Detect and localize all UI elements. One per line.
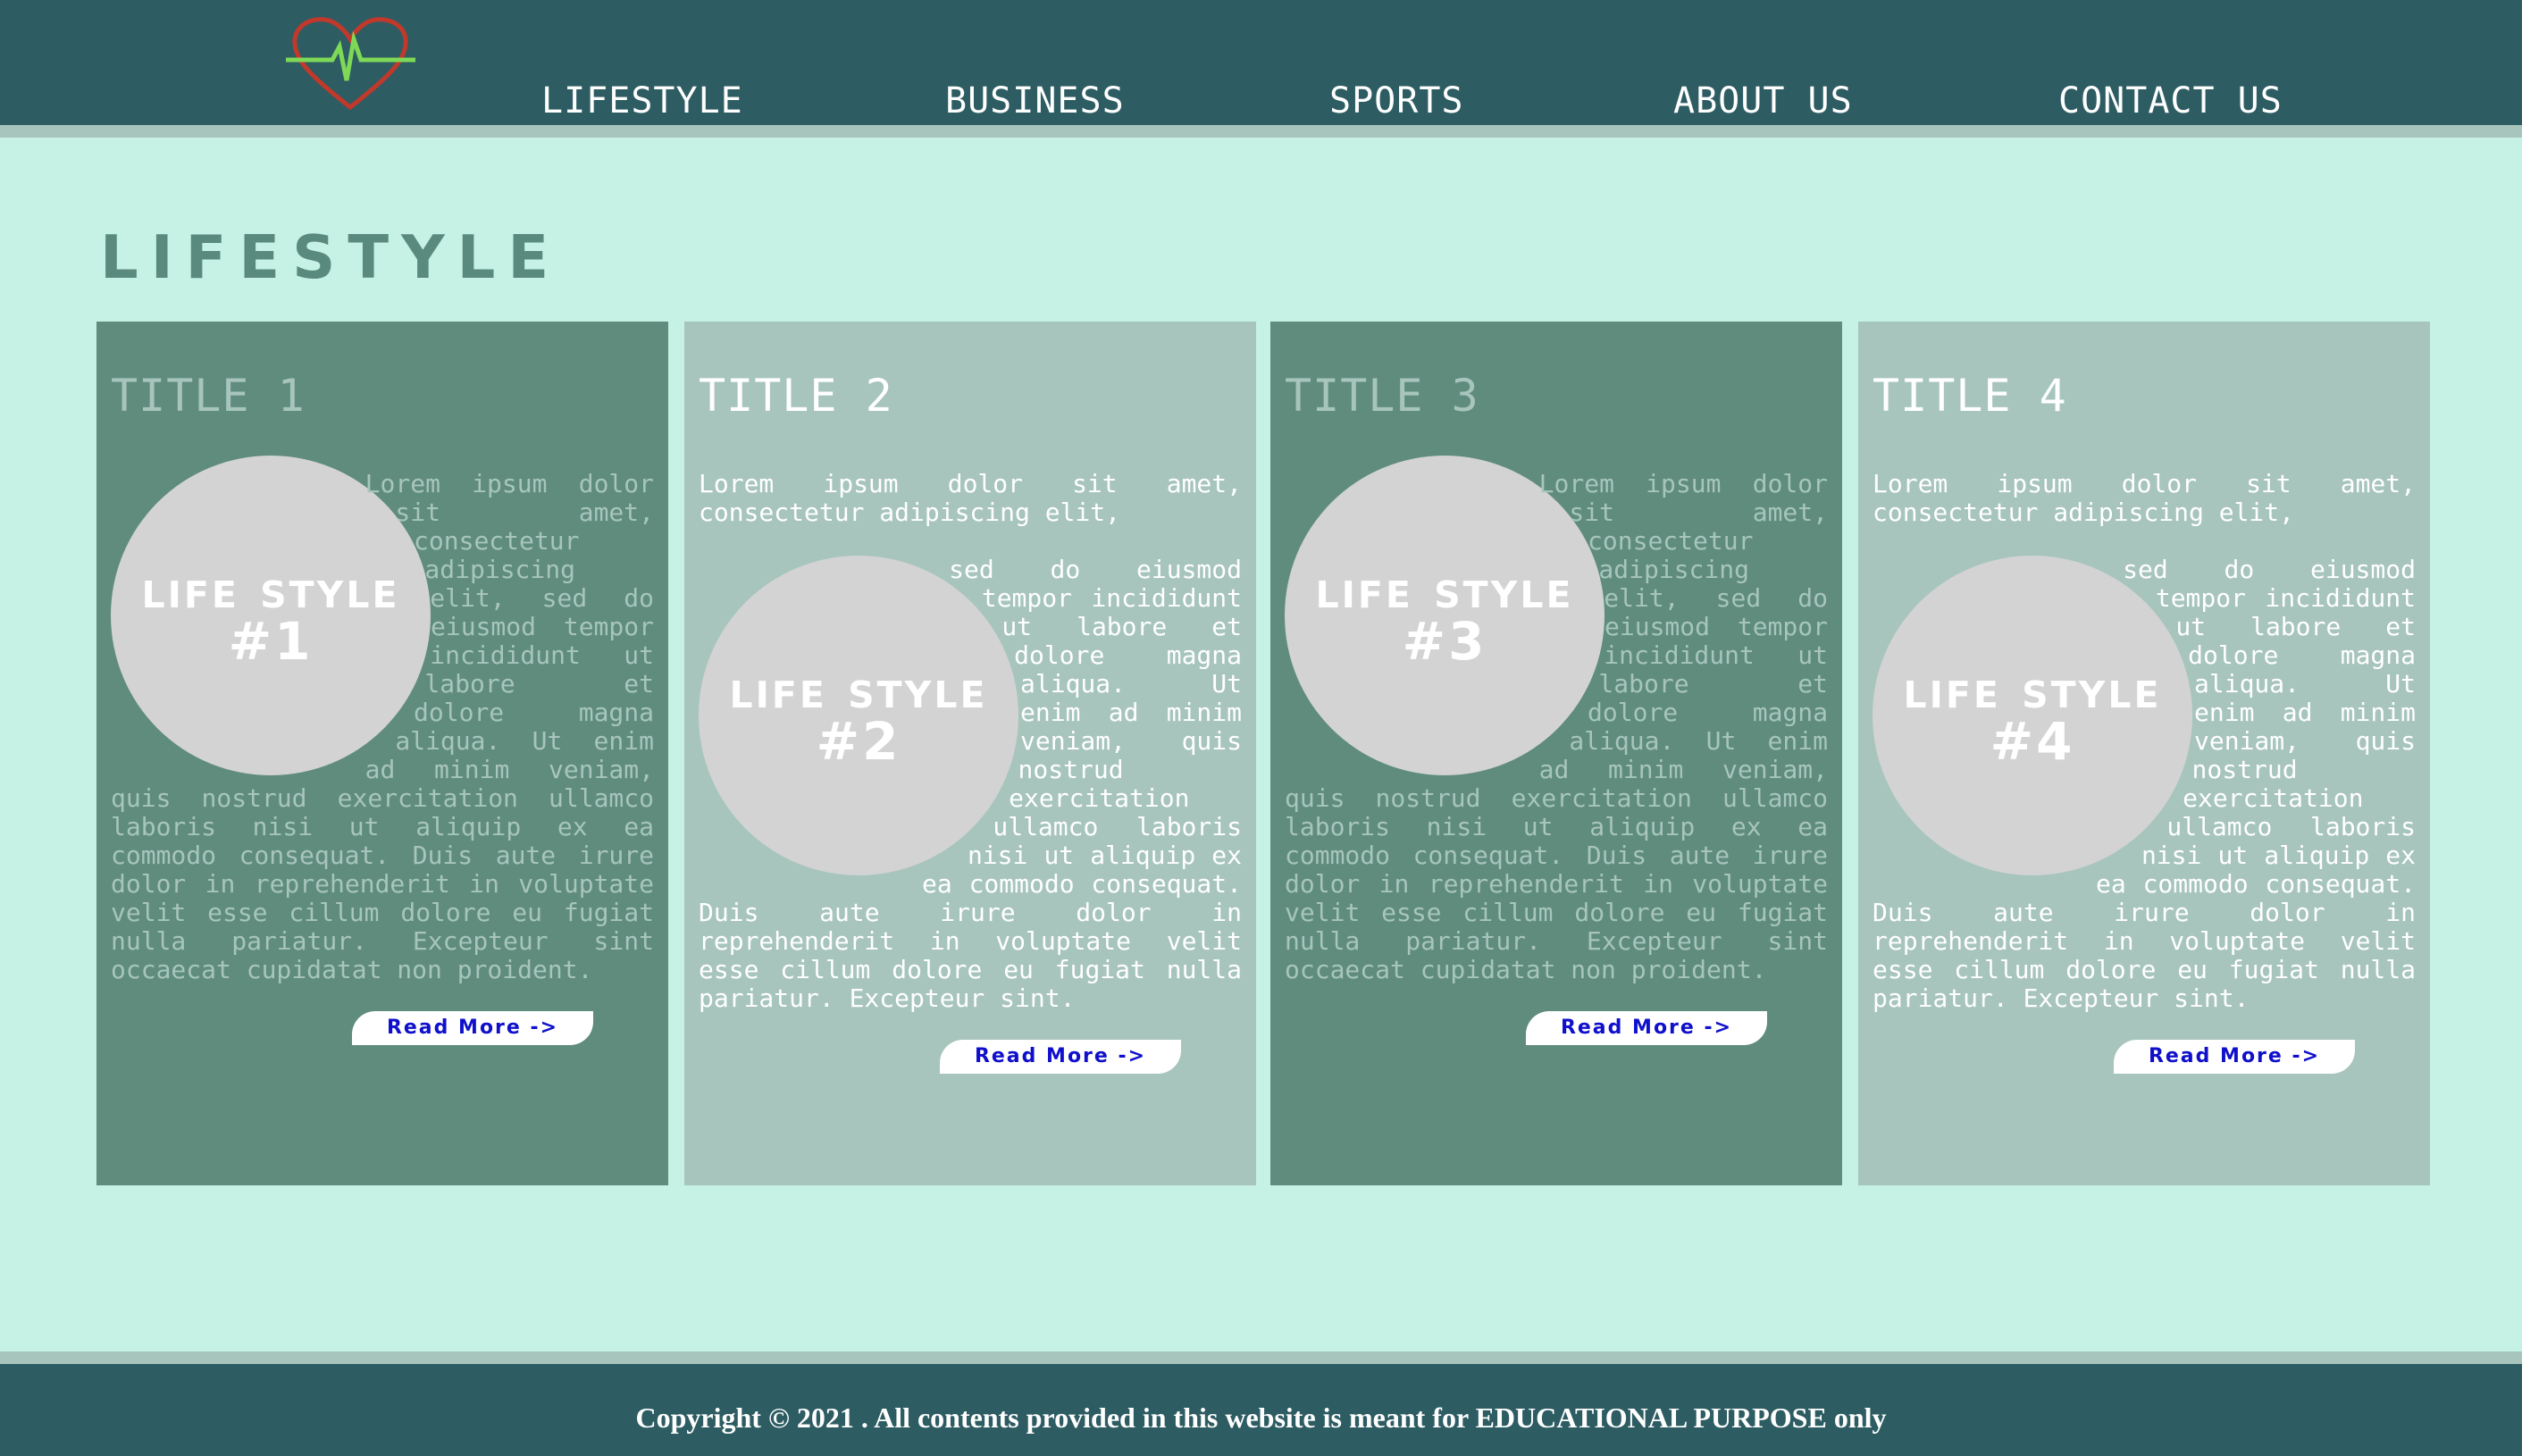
article-card-2: TITLE 2 Lorem ipsum dolor sit amet, cons… (684, 322, 1256, 1185)
nav-item-sports[interactable]: SPORTS (1329, 79, 1464, 123)
article-card-4: TITLE 4 Lorem ipsum dolor sit amet, cons… (1858, 322, 2430, 1185)
card-lead-text: Lorem ipsum dolor sit amet, consectetur … (699, 469, 1242, 527)
site-footer: Copyright © 2021 . All contents provided… (0, 1351, 2522, 1456)
card-title: TITLE 2 (699, 370, 893, 422)
circle-label: Life style #3 (1315, 559, 1574, 672)
read-more-button[interactable]: Read More -> (1526, 1011, 1767, 1045)
nav-item-about-us[interactable]: ABOUT US (1673, 79, 1853, 123)
article-card-3: TITLE 3 Life style #3 Lorem ipsum dolor … (1270, 322, 1842, 1185)
page-title: Lifestyle (100, 198, 562, 298)
site-header: LIFESTYLE BUSINESS SPORTS ABOUT US CONTA… (0, 0, 2522, 138)
read-more-button[interactable]: Read More -> (2114, 1040, 2355, 1074)
nav-item-business[interactable]: BUSINESS (945, 79, 1125, 123)
article-card-1: TITLE 1 Life style #1 Lorem ipsum dolor … (96, 322, 668, 1185)
card-lead-text: Lorem ipsum dolor sit amet, consectetur … (1873, 469, 2416, 527)
card-title: TITLE 3 (1285, 370, 1479, 422)
card-title: TITLE 1 (111, 370, 306, 422)
card-image-circle: Life style #1 (111, 456, 431, 775)
circle-label: Life style #4 (1903, 659, 2162, 772)
nav-item-contact-us[interactable]: CONTACT US (2058, 79, 2283, 123)
circle-label: Life style #2 (729, 659, 988, 772)
card-title: TITLE 4 (1873, 370, 2067, 422)
nav-item-lifestyle[interactable]: LIFESTYLE (541, 79, 743, 123)
read-more-button[interactable]: Read More -> (940, 1040, 1181, 1074)
main-nav: LIFESTYLE BUSINESS SPORTS ABOUT US CONTA… (0, 79, 2522, 123)
card-image-circle: Life style #4 (1873, 556, 2192, 875)
copyright-text: Copyright © 2021 . All contents provided… (635, 1402, 1887, 1434)
card-image-circle: Life style #3 (1285, 456, 1605, 775)
read-more-button[interactable]: Read More -> (352, 1011, 593, 1045)
card-image-circle: Life style #2 (699, 556, 1018, 875)
circle-label: Life style #1 (141, 559, 400, 672)
